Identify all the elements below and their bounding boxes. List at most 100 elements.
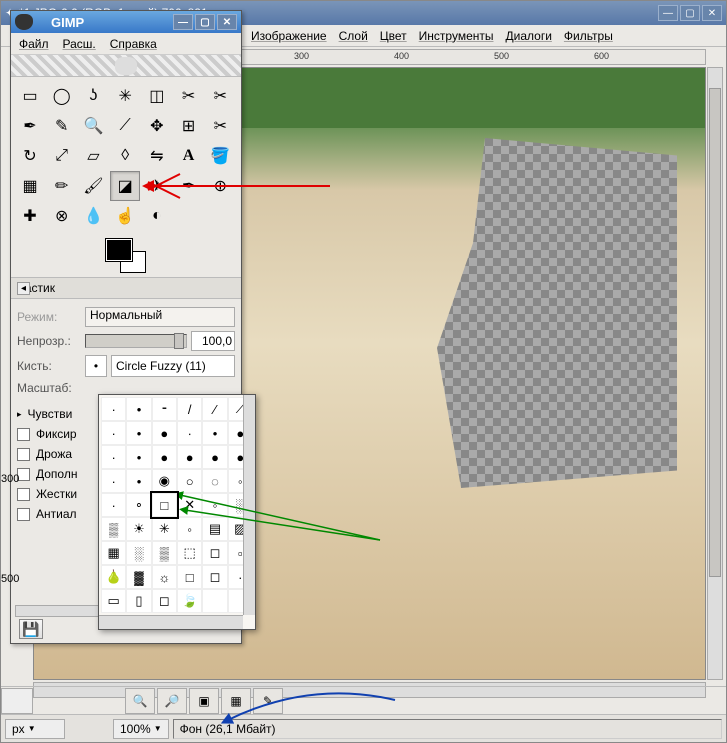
tool-fuzzy-select[interactable]: ✳ bbox=[110, 81, 140, 111]
nav-origin[interactable] bbox=[1, 688, 33, 714]
brush-swatch[interactable]: ◌ bbox=[202, 469, 227, 493]
close-button[interactable]: ✕ bbox=[702, 5, 722, 21]
brush-swatch[interactable]: ◦ bbox=[177, 517, 202, 541]
menu-xtns[interactable]: Расш. bbox=[63, 37, 96, 51]
jitter-checkbox[interactable] bbox=[17, 448, 30, 461]
brush-popup-hscroll[interactable] bbox=[99, 615, 243, 629]
brush-swatch[interactable]: ▤ bbox=[202, 517, 227, 541]
brush-swatch[interactable]: ▒ bbox=[101, 517, 126, 541]
menu-layer[interactable]: Слой bbox=[339, 29, 368, 43]
brush-swatch[interactable]: ▭ bbox=[101, 589, 126, 613]
tool-blend[interactable]: ▦ bbox=[15, 171, 45, 201]
tool-color-picker[interactable]: ✎ bbox=[47, 111, 77, 141]
tool-align[interactable]: ⊞ bbox=[174, 111, 204, 141]
tool-airbrush[interactable]: ✈ bbox=[142, 171, 172, 201]
menu-image[interactable]: Изображение bbox=[251, 29, 327, 43]
brush-swatch[interactable]: • bbox=[202, 421, 227, 445]
tool-crop[interactable]: ✂ bbox=[205, 111, 235, 141]
menu-tools[interactable]: Инструменты bbox=[419, 29, 494, 43]
tool-ellipse-select[interactable]: ◯ bbox=[47, 81, 77, 111]
tool-text[interactable]: A bbox=[174, 141, 204, 171]
brush-swatch[interactable]: ▯ bbox=[126, 589, 151, 613]
menu-dialogs[interactable]: Диалоги bbox=[506, 29, 552, 43]
brush-swatch[interactable]: ◻ bbox=[202, 541, 227, 565]
zoom-out-button[interactable]: 🔍 bbox=[125, 688, 155, 714]
tool-scale[interactable]: ⤢ bbox=[47, 141, 77, 171]
toolbox-close-button[interactable]: ✕ bbox=[217, 14, 237, 30]
fg-color-swatch[interactable] bbox=[106, 239, 132, 261]
brush-swatch[interactable]: ● bbox=[152, 445, 177, 469]
brush-swatch[interactable]: · bbox=[101, 397, 126, 421]
sensitivity-label[interactable]: Чувстви bbox=[28, 407, 73, 421]
quick-mask-button[interactable]: ✎ bbox=[253, 688, 283, 714]
tool-ink[interactable]: ✒ bbox=[174, 171, 204, 201]
grid-button[interactable]: ▦ bbox=[221, 688, 251, 714]
zoom-fit-button[interactable]: ▣ bbox=[189, 688, 219, 714]
unit-selector[interactable]: px ▼ bbox=[5, 719, 65, 739]
brush-swatch[interactable]: ● bbox=[202, 445, 227, 469]
brush-swatch[interactable]: · bbox=[101, 445, 126, 469]
menu-file[interactable]: Файл bbox=[19, 37, 49, 51]
brush-swatch[interactable]: • bbox=[126, 469, 151, 493]
brush-swatch[interactable]: • bbox=[126, 397, 151, 421]
brush-swatch[interactable]: ∙ bbox=[177, 421, 202, 445]
tool-bucket-fill[interactable]: 🪣 bbox=[205, 141, 235, 171]
brush-swatch[interactable] bbox=[202, 589, 227, 613]
tool-rotate[interactable]: ↻ bbox=[15, 141, 45, 171]
brush-swatch[interactable]: ▒ bbox=[152, 541, 177, 565]
menu-help[interactable]: Справка bbox=[110, 37, 157, 51]
drop-strip[interactable] bbox=[11, 55, 241, 77]
brush-swatch[interactable]: ◻ bbox=[202, 565, 227, 589]
opacity-slider[interactable] bbox=[85, 334, 187, 348]
toolbox-minimize-button[interactable]: — bbox=[173, 14, 193, 30]
tool-dodge-burn[interactable]: ◐ bbox=[142, 201, 172, 231]
tool-blur-sharpen[interactable]: 💧 bbox=[78, 201, 108, 231]
tool-zoom[interactable]: 🔍 bbox=[78, 111, 108, 141]
tool-foreground-select[interactable]: ✂ bbox=[205, 81, 235, 111]
zoom-selector[interactable]: 100% ▼ bbox=[113, 719, 169, 739]
tool-scissors[interactable]: ✂ bbox=[174, 81, 204, 111]
brush-swatch[interactable]: ● bbox=[152, 421, 177, 445]
fixed-checkbox[interactable] bbox=[17, 428, 30, 441]
tool-smudge[interactable]: ☝ bbox=[110, 201, 140, 231]
tool-shear[interactable]: ▱ bbox=[78, 141, 108, 171]
opacity-input[interactable] bbox=[191, 331, 235, 351]
save-options-button[interactable]: 💾 bbox=[19, 619, 43, 639]
brush-swatch[interactable]: • bbox=[126, 445, 151, 469]
brush-swatch[interactable]: ∘ bbox=[126, 493, 151, 517]
brush-swatch[interactable]: ● bbox=[177, 445, 202, 469]
tool-flip[interactable]: ⇋ bbox=[142, 141, 172, 171]
menu-color[interactable]: Цвет bbox=[380, 29, 407, 43]
brush-name-field[interactable]: Circle Fuzzy (11) bbox=[111, 355, 235, 377]
tool-paths[interactable]: ✒ bbox=[15, 111, 45, 141]
brush-swatch[interactable]: ▓ bbox=[126, 565, 151, 589]
tool-measure[interactable]: ⟋ bbox=[110, 111, 140, 141]
brush-swatch[interactable]: ░ bbox=[126, 541, 151, 565]
tool-eraser[interactable]: ◪ bbox=[110, 171, 140, 201]
brush-swatch[interactable]: / bbox=[177, 397, 202, 421]
brush-swatch[interactable]: · bbox=[101, 421, 126, 445]
brush-swatch[interactable]: ☀ bbox=[126, 517, 151, 541]
brush-swatch[interactable]: ☼ bbox=[152, 565, 177, 589]
toolbox-maximize-button[interactable]: ▢ bbox=[195, 14, 215, 30]
brush-swatch[interactable]: □ bbox=[152, 493, 177, 517]
brush-swatch[interactable]: ▦ bbox=[101, 541, 126, 565]
zoom-in-button[interactable]: 🔎 bbox=[157, 688, 187, 714]
tool-by-color-select[interactable]: ◫ bbox=[142, 81, 172, 111]
brush-swatch[interactable]: • bbox=[126, 421, 151, 445]
brush-swatch[interactable]: ⁃ bbox=[152, 397, 177, 421]
brush-popup-vscroll[interactable] bbox=[243, 395, 255, 615]
brush-swatch[interactable]: ◦ bbox=[202, 493, 227, 517]
vertical-scrollbar[interactable] bbox=[707, 67, 723, 680]
toolbox-titlebar[interactable]: GIMP — ▢ ✕ bbox=[11, 11, 241, 33]
brush-swatch[interactable]: ○ bbox=[177, 469, 202, 493]
brush-swatch[interactable]: · bbox=[101, 493, 126, 517]
brush-swatch[interactable]: ⬚ bbox=[177, 541, 202, 565]
minimize-button[interactable]: — bbox=[658, 5, 678, 21]
tool-free-select[interactable]: ʖ bbox=[78, 81, 108, 111]
brush-swatch[interactable]: ⁄ bbox=[202, 397, 227, 421]
brush-swatch[interactable]: ◻ bbox=[152, 589, 177, 613]
brush-swatch[interactable]: □ bbox=[177, 565, 202, 589]
tool-perspective[interactable]: ◊ bbox=[110, 141, 140, 171]
brush-swatch[interactable]: ✳ bbox=[152, 517, 177, 541]
